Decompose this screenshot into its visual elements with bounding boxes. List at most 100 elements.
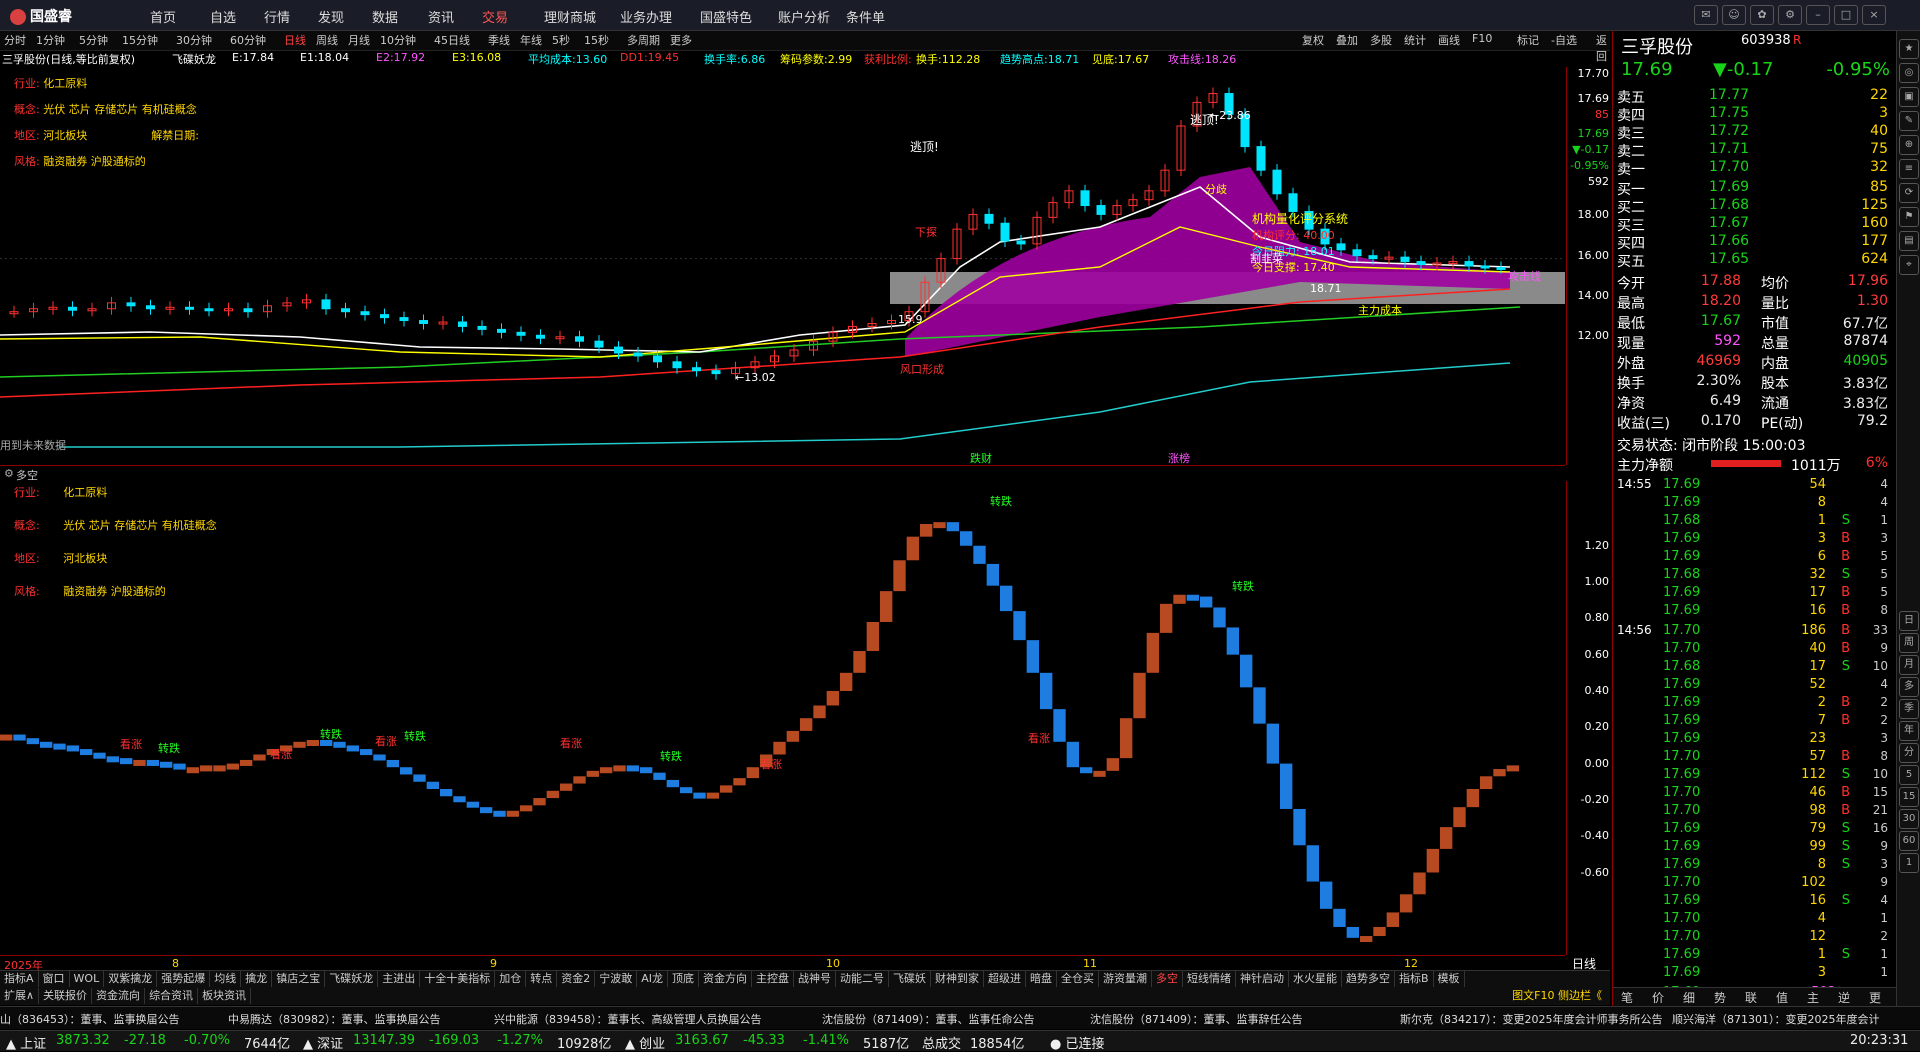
settings-icon[interactable]: ⚙ bbox=[1778, 5, 1802, 25]
side-tool-icon-0[interactable]: ★ bbox=[1899, 39, 1919, 59]
side-panel-toggle[interactable]: 图文F10 侧边栏《 bbox=[1508, 988, 1606, 1004]
side-tool-icon-9[interactable]: ⌖ bbox=[1899, 255, 1919, 275]
side-period-4[interactable]: 季 bbox=[1899, 699, 1919, 719]
index-name-0[interactable]: ▲ 上证 bbox=[6, 1033, 46, 1052]
side-period-0[interactable]: 日 bbox=[1899, 611, 1919, 631]
side-tool-icon-1[interactable]: ◎ bbox=[1899, 63, 1919, 83]
indicator-tab-26[interactable]: 游资量潮 bbox=[1099, 971, 1152, 987]
indicator-tab-23[interactable]: 超级进 bbox=[984, 971, 1026, 987]
timeframe-8[interactable]: 月线 bbox=[348, 32, 370, 48]
info-tab-1[interactable]: 关联报价 bbox=[39, 988, 93, 1004]
timeframe-12[interactable]: 年线 bbox=[520, 32, 542, 48]
indicator-tab-11[interactable]: 加仓 bbox=[495, 971, 527, 987]
indicator-tab-27[interactable]: 多空 bbox=[1152, 971, 1183, 987]
side-period-9[interactable]: 30 bbox=[1899, 809, 1919, 829]
side-period-7[interactable]: 5 bbox=[1899, 765, 1919, 785]
timeframe-16[interactable]: 更多 bbox=[670, 32, 692, 48]
indicator-tab-5[interactable]: 均线 bbox=[210, 971, 242, 987]
quote-tab-5[interactable]: 值 bbox=[1776, 989, 1788, 1006]
timeframe-3[interactable]: 15分钟 bbox=[122, 32, 158, 48]
timeframe-1[interactable]: 1分钟 bbox=[36, 32, 65, 48]
side-tool-icon-4[interactable]: ⊕ bbox=[1899, 135, 1919, 155]
menu-10[interactable]: 账户分析 bbox=[778, 7, 830, 26]
side-tool-icon-2[interactable]: ▣ bbox=[1899, 87, 1919, 107]
side-period-10[interactable]: 60 bbox=[1899, 831, 1919, 851]
indicator-tab-19[interactable]: 战神号 bbox=[794, 971, 836, 987]
info-tab-0[interactable]: 扩展∧ bbox=[0, 988, 40, 1004]
menu-3[interactable]: 发现 bbox=[318, 7, 344, 26]
indicator-tab-30[interactable]: 水火星能 bbox=[1289, 971, 1342, 987]
side-period-2[interactable]: 月 bbox=[1899, 655, 1919, 675]
indicator-tab-17[interactable]: 资金方向 bbox=[699, 971, 752, 987]
indicator-tab-33[interactable]: 模板 bbox=[1434, 971, 1465, 987]
toolbar-btn-8[interactable]: 返回 bbox=[1596, 32, 1610, 64]
indicator-tab-4[interactable]: 强势起爆 bbox=[157, 971, 211, 987]
toolbar-btn-5[interactable]: F10 bbox=[1472, 32, 1492, 45]
menu-0[interactable]: 首页 bbox=[150, 7, 176, 26]
indicator-tab-31[interactable]: 趋势多空 bbox=[1342, 971, 1395, 987]
skin-icon[interactable]: ✿ bbox=[1750, 5, 1774, 25]
timeframe-6[interactable]: 日线 bbox=[284, 32, 306, 48]
toolbar-btn-6[interactable]: 标记 bbox=[1517, 32, 1539, 48]
menu-1[interactable]: 自选 bbox=[210, 7, 236, 26]
indicator-tab-14[interactable]: 宁波敢 bbox=[595, 971, 638, 987]
sub-chart-gear-icon[interactable]: ⚙ bbox=[4, 467, 14, 480]
menu-8[interactable]: 业务办理 bbox=[620, 7, 672, 26]
indicator-tab-3[interactable]: 双紫擒龙 bbox=[104, 971, 158, 987]
news-item-5[interactable]: 斯尔克（834217）：变更2025年度会计师事务所公告 bbox=[1400, 1011, 1662, 1027]
quote-tab-0[interactable]: 笔 bbox=[1621, 989, 1633, 1006]
side-period-1[interactable]: 周 bbox=[1899, 633, 1919, 653]
indicator-tab-21[interactable]: 飞碟妖 bbox=[889, 971, 931, 987]
indicator-tab-12[interactable]: 转点 bbox=[526, 971, 558, 987]
toolbar-btn-4[interactable]: 画线 bbox=[1438, 32, 1460, 48]
side-period-3[interactable]: 多 bbox=[1899, 677, 1919, 697]
quote-tab-1[interactable]: 价 bbox=[1652, 989, 1664, 1006]
indicator-tab-20[interactable]: 动能二号 bbox=[836, 971, 889, 987]
side-tool-icon-7[interactable]: ⚑ bbox=[1899, 207, 1919, 227]
menu-5[interactable]: 资讯 bbox=[428, 7, 454, 26]
quote-tab-7[interactable]: 逆 bbox=[1838, 989, 1850, 1006]
news-item-6[interactable]: 顺兴海洋（871301）：变更2025年度会计 bbox=[1672, 1011, 1879, 1027]
indicator-tab-7[interactable]: 镇店之宝 bbox=[272, 971, 326, 987]
indicator-tab-9[interactable]: 主进出 bbox=[378, 971, 421, 987]
toolbar-btn-1[interactable]: 叠加 bbox=[1336, 32, 1358, 48]
timeframe-5[interactable]: 60分钟 bbox=[230, 32, 266, 48]
indicator-tab-18[interactable]: 主控盘 bbox=[752, 971, 794, 987]
side-period-5[interactable]: 年 bbox=[1899, 721, 1919, 741]
side-tool-icon-6[interactable]: ⟳ bbox=[1899, 183, 1919, 203]
timeframe-9[interactable]: 10分钟 bbox=[380, 32, 416, 48]
toolbar-btn-7[interactable]: -自选 bbox=[1551, 32, 1577, 48]
news-item-4[interactable]: 沈信股份（871409）：董事、监事辞任公告 bbox=[1090, 1011, 1303, 1027]
timeframe-14[interactable]: 15秒 bbox=[584, 32, 609, 48]
app-logo[interactable]: 国盛睿 bbox=[10, 6, 72, 26]
side-period-8[interactable]: 15 bbox=[1899, 787, 1919, 807]
info-tab-3[interactable]: 综合资讯 bbox=[145, 988, 199, 1004]
minimize-icon[interactable]: – bbox=[1806, 5, 1830, 25]
info-tab-4[interactable]: 板块资讯 bbox=[198, 988, 252, 1004]
message-icon[interactable]: ✉ bbox=[1694, 5, 1718, 25]
indicator-tab-24[interactable]: 暗盘 bbox=[1026, 971, 1057, 987]
indicator-tab-15[interactable]: AI龙 bbox=[637, 971, 668, 987]
timeframe-13[interactable]: 5秒 bbox=[552, 32, 570, 48]
news-item-0[interactable]: 山（836453）：董事、监事换届公告 bbox=[0, 1011, 180, 1027]
indicator-tab-6[interactable]: 擒龙 bbox=[241, 971, 273, 987]
timeframe-2[interactable]: 5分钟 bbox=[79, 32, 108, 48]
indicator-tab-0[interactable]: 指标A bbox=[0, 971, 39, 987]
indicator-tab-2[interactable]: WOL bbox=[70, 971, 105, 987]
chart-indicator-name[interactable]: 飞碟妖龙 bbox=[172, 51, 216, 67]
side-tool-icon-3[interactable]: ✎ bbox=[1899, 111, 1919, 131]
side-period-6[interactable]: 分 bbox=[1899, 743, 1919, 763]
news-item-1[interactable]: 中易腾达（830982）：董事、监事换届公告 bbox=[228, 1011, 441, 1027]
info-tab-2[interactable]: 资金流向 bbox=[92, 988, 146, 1004]
toolbar-btn-2[interactable]: 多股 bbox=[1370, 32, 1392, 48]
toolbar-btn-0[interactable]: 复权 bbox=[1302, 32, 1324, 48]
quote-tab-8[interactable]: 更 bbox=[1869, 989, 1881, 1006]
index-name-1[interactable]: ▲ 深证 bbox=[303, 1033, 343, 1052]
close-icon[interactable]: × bbox=[1862, 5, 1886, 25]
menu-7[interactable]: 理财商城 bbox=[544, 7, 596, 26]
indicator-tab-22[interactable]: 财神到家 bbox=[931, 971, 984, 987]
quote-tab-4[interactable]: 联 bbox=[1745, 989, 1757, 1006]
toolbar-btn-3[interactable]: 统计 bbox=[1404, 32, 1426, 48]
menu-2[interactable]: 行情 bbox=[264, 7, 290, 26]
timeframe-11[interactable]: 季线 bbox=[488, 32, 510, 48]
